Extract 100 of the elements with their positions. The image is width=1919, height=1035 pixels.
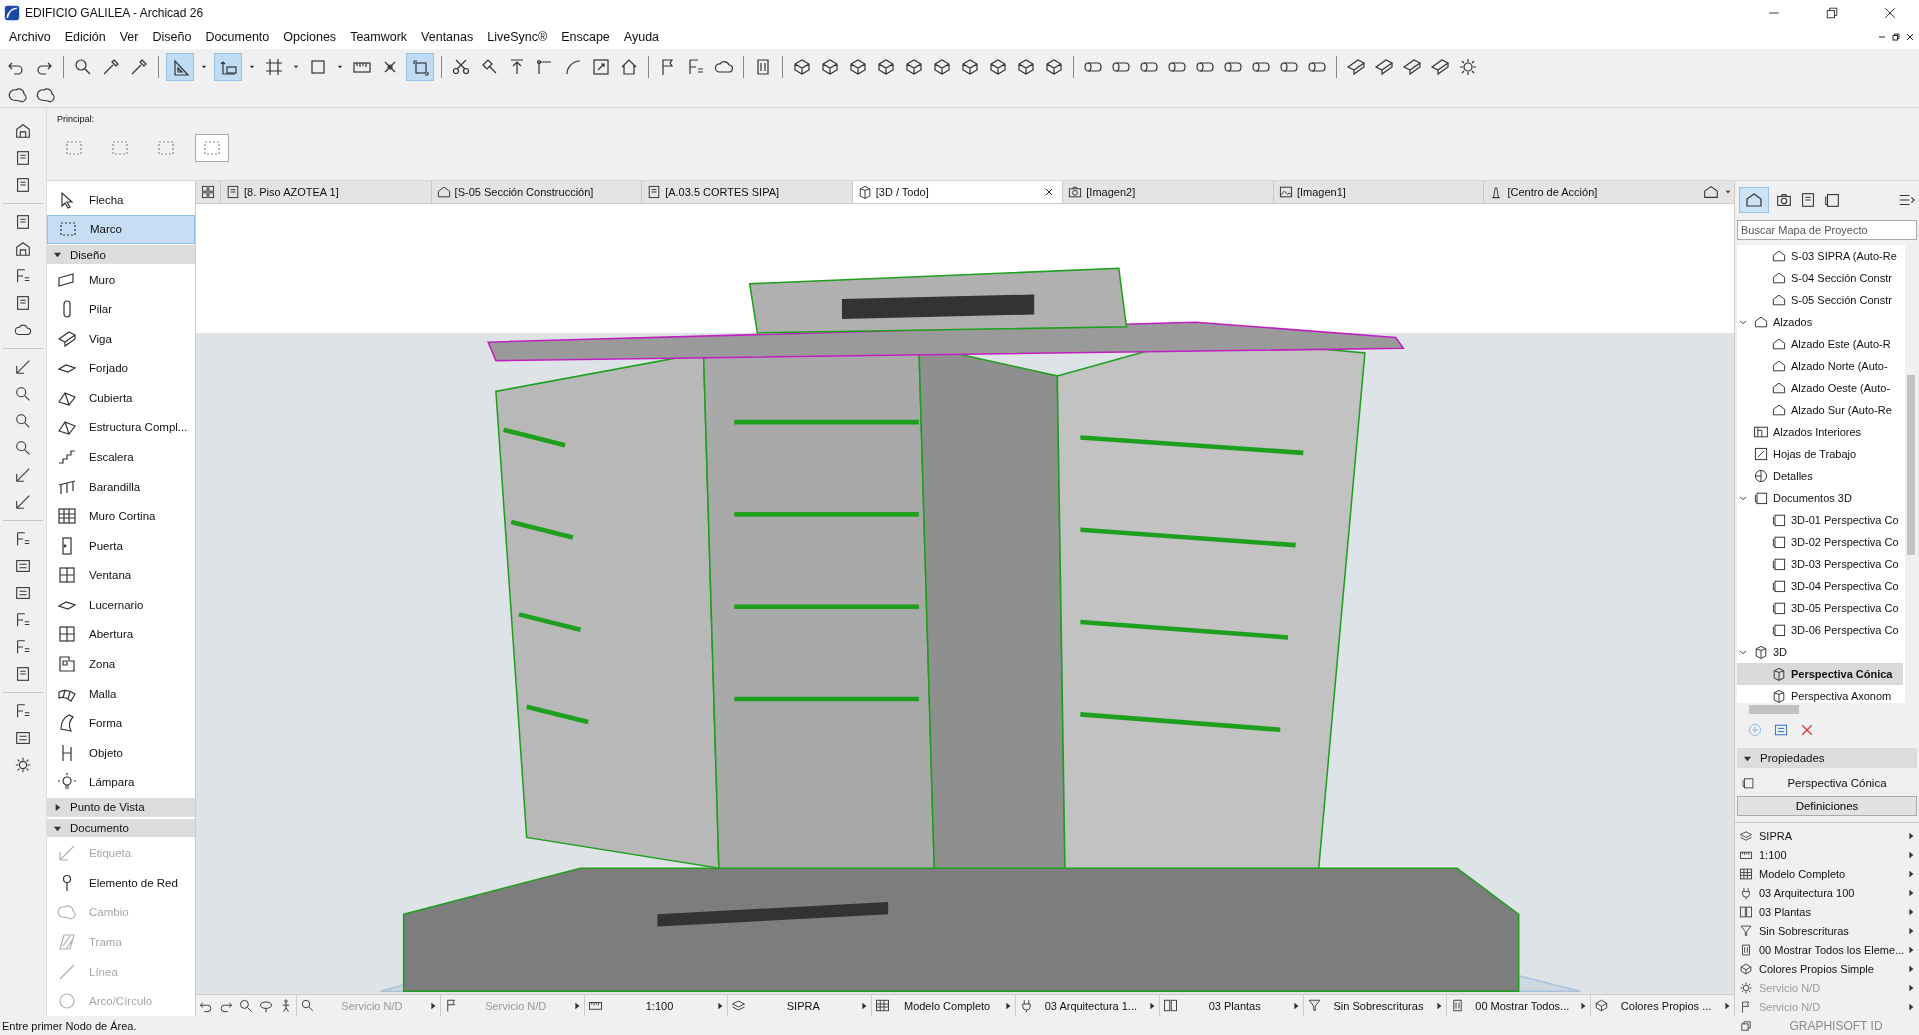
tree-item[interactable]: Perspectiva Axonom: [1737, 684, 1903, 704]
beam-icon[interactable]: [1346, 57, 1366, 77]
tree-item[interactable]: 3D-02 Perspectiva Co: [1737, 530, 1903, 553]
close-icon[interactable]: [1044, 187, 1055, 197]
building-icon[interactable]: [14, 122, 32, 140]
box-icon[interactable]: [988, 57, 1008, 77]
sheet-icon[interactable]: [14, 294, 32, 312]
eyedropper-icon[interactable]: [101, 57, 121, 77]
sheet-icon[interactable]: [14, 149, 32, 167]
restore-icon[interactable]: [1891, 31, 1901, 42]
tool-item[interactable]: Muro: [47, 264, 195, 295]
tree-item[interactable]: Documentos 3D: [1737, 486, 1903, 509]
snap-button[interactable]: [406, 53, 434, 81]
toolbox-section-header[interactable]: Punto de Vista: [47, 798, 195, 817]
tool-item[interactable]: Ventana: [47, 560, 195, 591]
tree-item[interactable]: S-05 Sección Constr: [1737, 288, 1903, 311]
search-field[interactable]: Buscar Mapa de Proyecto: [1737, 219, 1917, 240]
tool-item[interactable]: Zona: [47, 649, 195, 679]
close-icon[interactable]: [1905, 31, 1915, 42]
menu-item[interactable]: Ver: [112, 29, 146, 44]
tree-item[interactable]: Hojas de Trabajo: [1737, 442, 1903, 465]
tool-item[interactable]: Objeto: [47, 737, 195, 768]
tag-icon[interactable]: [14, 466, 32, 484]
box-icon[interactable]: [848, 57, 868, 77]
eyedropper-icon[interactable]: [129, 57, 149, 77]
list-box-icon[interactable]: [14, 729, 32, 747]
gear-icon[interactable]: [14, 756, 32, 774]
list-icon[interactable]: [14, 267, 32, 285]
setting-item[interactable]: 00 Mostrar Todos los Eleme...: [1735, 940, 1919, 959]
tree-item[interactable]: Alzados: [1737, 310, 1903, 333]
menu-item[interactable]: Ventanas: [414, 29, 481, 44]
tab[interactable]: [Imagen1]: [1272, 181, 1484, 203]
properties-header[interactable]: Propiedades: [1737, 748, 1917, 769]
gear-icon[interactable]: [1458, 57, 1478, 77]
box-icon[interactable]: [876, 57, 896, 77]
tree-item[interactable]: Alzado Norte (Auto-: [1737, 354, 1903, 377]
tool-item[interactable]: Muro Cortina: [47, 501, 195, 531]
tree-item[interactable]: Alzado Sur (Auto-Re: [1737, 398, 1903, 421]
tool-item[interactable]: Cubierta: [47, 383, 195, 413]
box-icon[interactable]: [792, 57, 812, 77]
menu-item[interactable]: Enscape: [554, 29, 617, 44]
tool-item[interactable]: Flecha: [47, 185, 195, 215]
tab[interactable]: [S-05 Sección Construcción]: [430, 181, 642, 203]
beam-icon[interactable]: [1402, 57, 1422, 77]
menu-item[interactable]: Ayuda: [616, 29, 667, 44]
tab[interactable]: [A.03.5 CORTES SIPA]: [641, 181, 852, 203]
sheet-icon[interactable]: [14, 213, 32, 231]
menu-item[interactable]: LiveSync®: [480, 29, 555, 44]
magnifier-icon[interactable]: [14, 439, 32, 457]
tool-item[interactable]: Lámpara: [47, 767, 195, 797]
tree-item[interactable]: Perspectiva Cónica: [1737, 662, 1903, 685]
beam-icon[interactable]: [1374, 57, 1394, 77]
menu-item[interactable]: Teamwork: [343, 29, 415, 44]
square-icon[interactable]: [308, 57, 328, 77]
tool-item[interactable]: Barandilla: [47, 471, 195, 502]
list-icon[interactable]: [14, 611, 32, 629]
list-box-icon[interactable]: [14, 584, 32, 602]
toolbox-section-header[interactable]: Diseño: [47, 245, 195, 264]
tree-item[interactable]: S-04 Sección Constr: [1737, 266, 1903, 289]
menu-item[interactable]: Opciones: [276, 29, 344, 44]
tool-item[interactable]: Forma: [47, 708, 195, 738]
menu-item[interactable]: Archivo: [2, 29, 58, 44]
setting-item[interactable]: Sin Sobrescrituras: [1735, 921, 1919, 940]
tree-item[interactable]: Alzado Este (Auto-R: [1737, 332, 1903, 355]
tool-item[interactable]: Forjado: [47, 353, 195, 384]
tool-item[interactable]: Escalera: [47, 442, 195, 472]
magnifier-icon[interactable]: [14, 412, 32, 430]
house-icon[interactable]: [619, 57, 639, 77]
sheet-icon[interactable]: [14, 176, 32, 194]
tab[interactable]: [Imagen2]: [1062, 181, 1273, 203]
setting-item[interactable]: 1:100: [1735, 845, 1919, 864]
tab[interactable]: [Centro de Acción]: [1483, 181, 1695, 203]
tool-item[interactable]: Elemento de Red: [47, 868, 195, 898]
tiles-icon[interactable]: [200, 184, 216, 200]
list-icon[interactable]: [14, 638, 32, 656]
tree-item[interactable]: 3D-05 Perspectiva Co: [1737, 596, 1903, 619]
tree-item[interactable]: 3D-06 Perspectiva Co: [1737, 618, 1903, 641]
box-icon[interactable]: [960, 57, 980, 77]
setting-item[interactable]: 03 Arquitectura 100: [1735, 883, 1919, 902]
window-icon[interactable]: [1739, 1018, 1753, 1033]
box-icon[interactable]: [1044, 57, 1064, 77]
layout-book-icon[interactable]: [1799, 190, 1817, 209]
box-icon[interactable]: [904, 57, 924, 77]
beam-icon[interactable]: [1430, 57, 1450, 77]
tag-icon[interactable]: [14, 493, 32, 511]
tree-item[interactable]: Alzados Interiores: [1737, 420, 1903, 443]
box-icon[interactable]: [1016, 57, 1036, 77]
toolbox-section-header[interactable]: Documento: [47, 818, 195, 838]
tree-item[interactable]: 3D-01 Perspectiva Co: [1737, 508, 1903, 531]
setting-item[interactable]: SIPRA: [1735, 826, 1919, 845]
coordinates-button[interactable]: [214, 53, 242, 81]
menu-item[interactable]: Edición: [57, 29, 113, 44]
tree-item[interactable]: Alzado Oeste (Auto-: [1737, 376, 1903, 399]
tool-item[interactable]: Abertura: [47, 619, 195, 650]
arc-icon[interactable]: [563, 57, 583, 77]
set-square-button[interactable]: [166, 53, 194, 81]
tool-item[interactable]: Marco: [47, 214, 195, 245]
tab[interactable]: [8. Piso AZOTEA 1]: [220, 181, 431, 203]
house-icon[interactable]: [1702, 183, 1721, 201]
zoom-icon[interactable]: [238, 997, 254, 1014]
